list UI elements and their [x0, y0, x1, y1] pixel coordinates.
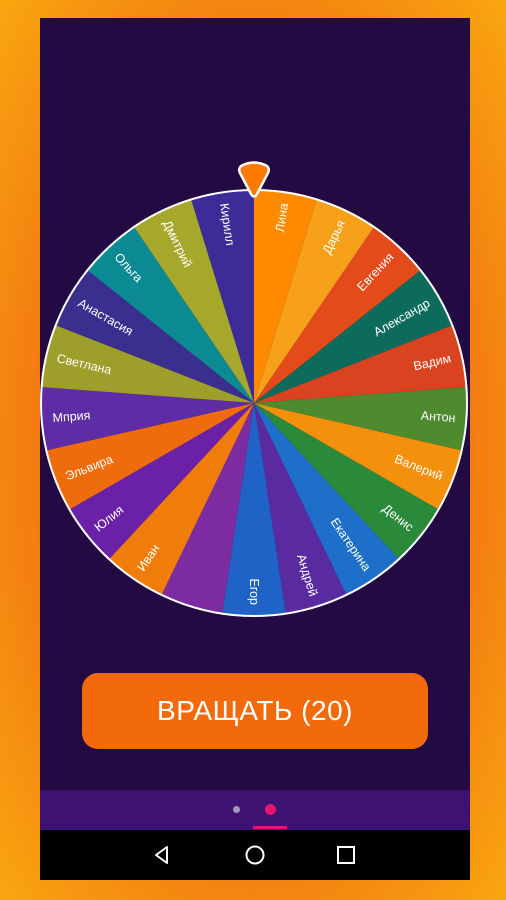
app-screen: Лина Дарья Евгения Александр Вадим Антон Валер…: [40, 18, 470, 880]
spin-button[interactable]: ВРАЩАТЬ (20): [82, 673, 428, 749]
active-page-underline: [253, 826, 287, 829]
page-dot-1[interactable]: [233, 806, 240, 813]
home-icon[interactable]: [243, 843, 267, 867]
back-icon[interactable]: [150, 843, 174, 867]
recents-icon[interactable]: [334, 843, 358, 867]
android-nav-bar: [40, 830, 470, 880]
spin-button-label: ВРАЩАТЬ (20): [157, 695, 353, 726]
page-indicator: [40, 790, 470, 830]
spin-wheel[interactable]: ЛинаДарьяЕвгенияАлександрВадимАнтонВалер…: [40, 18, 470, 658]
wheel-segment-label: Мприя: [52, 408, 91, 425]
page-dot-2[interactable]: [265, 804, 276, 815]
wheel-segment-label: Антон: [420, 409, 456, 426]
wheel-segment-label: Егор: [247, 578, 261, 605]
